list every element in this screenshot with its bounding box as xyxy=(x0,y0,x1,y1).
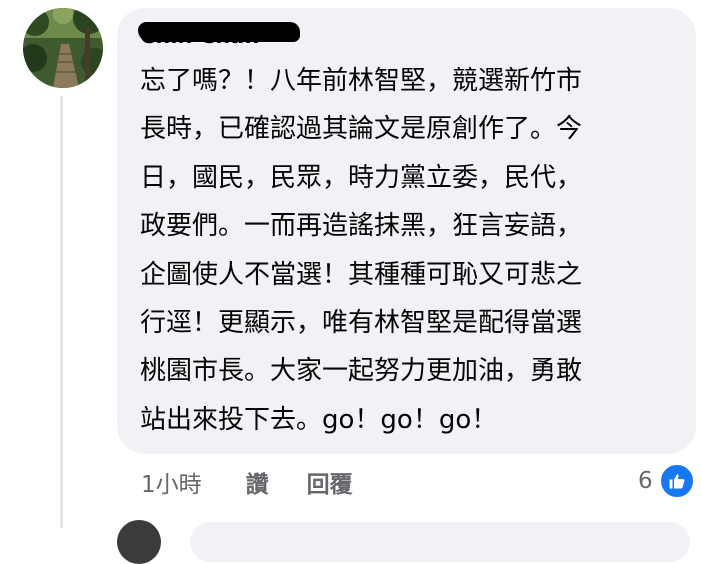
comment-line: 忘了嗎？！八年前林智堅，競選新竹市 xyxy=(140,66,583,96)
avatar-forest-photo xyxy=(23,8,103,88)
next-comment-avatar[interactable] xyxy=(117,520,161,564)
comment-line: 企圖使人不當選！其種種可恥又可悲之 xyxy=(140,259,583,290)
comment-line: 桃園市長。大家一起努力更加油，勇敢 xyxy=(140,356,583,387)
comment-line: 日，國民，民眾，時力黨立委，民代， xyxy=(140,162,583,193)
like-thumb-icon xyxy=(658,463,695,499)
reply-button[interactable]: 回覆 xyxy=(307,465,353,499)
author-redaction-scribble xyxy=(138,22,300,42)
avatar[interactable] xyxy=(23,8,103,88)
like-button[interactable]: 讚 xyxy=(246,465,269,499)
comment-line: 政要們。一而再造謠抹黑，狂言妄語， xyxy=(140,211,583,242)
next-comment-bubble xyxy=(190,522,690,562)
comment-line: 長時，已確認過其論文是原創作了。今 xyxy=(140,114,583,145)
reaction-count: 6 xyxy=(638,468,653,494)
comment-timestamp[interactable]: 1小時 xyxy=(141,465,202,499)
comment-text: 忘了嗎？！八年前林智堅，競選新竹市 長時，已確認過其論文是原創作了。今 日，國民… xyxy=(140,57,670,444)
thread-line xyxy=(60,96,63,528)
comment-line: 站出來投下去。go！go！go！ xyxy=(140,404,498,435)
reaction-summary[interactable]: 6 xyxy=(638,463,695,499)
comment-actions: 1小時 讚 回覆 xyxy=(141,465,391,499)
comment-line: 行逕！更顯示，唯有林智堅是配得當選 xyxy=(140,308,583,339)
